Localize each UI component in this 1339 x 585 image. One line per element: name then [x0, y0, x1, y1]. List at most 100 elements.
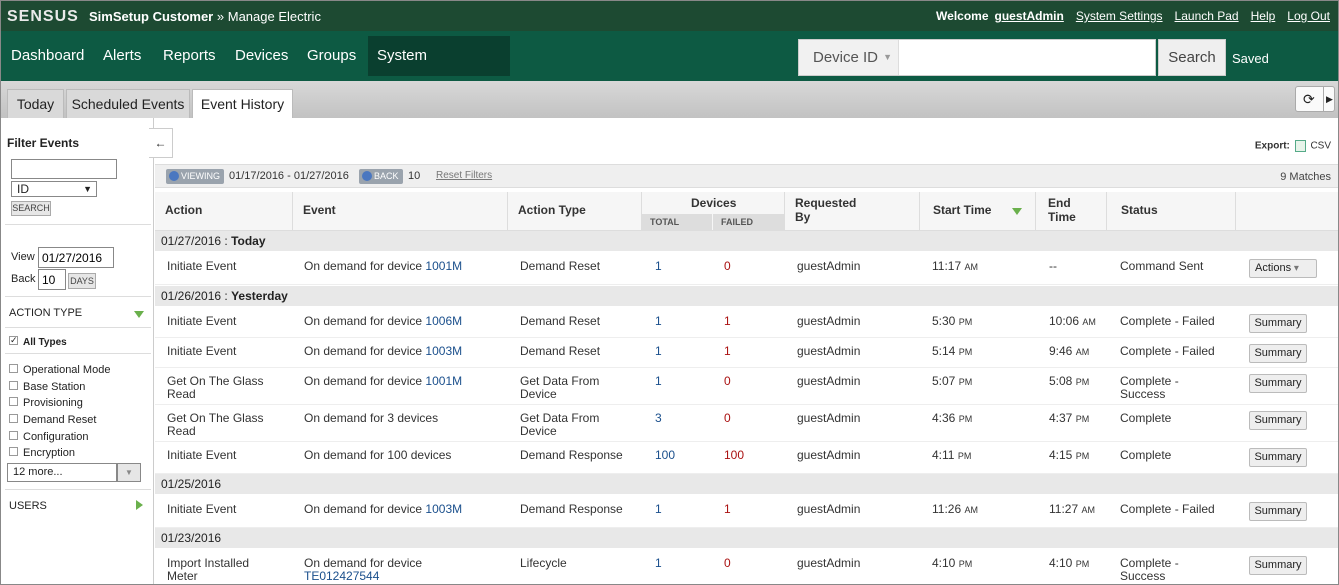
- button-label: Summary: [1254, 559, 1302, 571]
- devices-total-link[interactable]: 1: [655, 375, 662, 388]
- cell-action: Initiate Event: [167, 448, 237, 462]
- table-row[interactable]: Get On The Glass Read On demand for device…: [155, 368, 1338, 405]
- summary-button[interactable]: Summary: [1249, 344, 1307, 363]
- table-row[interactable]: Initiate Event On demand for device 1006M…: [155, 308, 1338, 338]
- col-status[interactable]: Status: [1106, 192, 1235, 231]
- device-link[interactable]: 1003M: [425, 502, 462, 516]
- devices-failed-link[interactable]: 1: [724, 345, 731, 358]
- chevron-down-icon[interactable]: ▼: [117, 463, 141, 482]
- devices-failed-link[interactable]: 100: [724, 449, 744, 462]
- col-requested-by[interactable]: Requested By: [784, 192, 919, 231]
- devices-total-link[interactable]: 100: [655, 449, 675, 462]
- username-link[interactable]: guestAdmin: [995, 9, 1064, 23]
- devices-failed-link[interactable]: 0: [724, 557, 731, 570]
- export-csv-link[interactable]: CSV: [1310, 141, 1331, 152]
- devices-failed-link[interactable]: 1: [724, 503, 731, 516]
- saved-menu[interactable]: Saved: [1232, 51, 1269, 66]
- nav-devices[interactable]: Devices: [235, 31, 288, 75]
- table-row[interactable]: Initiate Event On demand for device 1001M…: [155, 253, 1338, 285]
- table-row[interactable]: Get On The Glass Read On demand for 3 devi…: [155, 405, 1338, 442]
- start-time: 5:07: [932, 374, 956, 388]
- devices-failed-link[interactable]: 1: [724, 315, 731, 328]
- type-label: Operational Mode: [23, 364, 111, 376]
- device-link[interactable]: TE012427544: [304, 569, 379, 583]
- device-link[interactable]: 1001M: [425, 374, 462, 388]
- col-end-time[interactable]: End Time: [1035, 192, 1106, 231]
- system-settings-link[interactable]: System Settings: [1076, 9, 1163, 23]
- help-link[interactable]: Help: [1251, 9, 1276, 23]
- devices-total-link[interactable]: 1: [655, 315, 662, 328]
- device-search-input[interactable]: Device ID ▼: [798, 39, 1156, 76]
- tab-event-history[interactable]: Event History: [192, 89, 293, 118]
- table-row[interactable]: Import Installed Meter On demand for devic…: [155, 550, 1338, 584]
- reset-filters-link[interactable]: Reset Filters: [436, 170, 492, 181]
- nav-dashboard[interactable]: Dashboard: [11, 31, 84, 75]
- type-checkbox-demand-reset[interactable]: [9, 414, 18, 423]
- log-out-link[interactable]: Log Out: [1287, 9, 1330, 23]
- type-checkbox-provisioning[interactable]: [9, 397, 18, 406]
- summary-button[interactable]: Summary: [1249, 314, 1307, 333]
- table-row[interactable]: Initiate Event On demand for device 1003M…: [155, 496, 1338, 528]
- col-event[interactable]: Event: [292, 192, 507, 231]
- nav-system-intelligence[interactable]: System Intelligence: [368, 36, 510, 104]
- csv-file-icon[interactable]: [1294, 140, 1306, 152]
- summary-button[interactable]: Summary: [1249, 411, 1307, 430]
- type-checkbox-configuration[interactable]: [9, 431, 18, 440]
- devices-total-link[interactable]: 1: [655, 503, 662, 516]
- nav-groups[interactable]: Groups: [307, 31, 356, 75]
- filter-type-select[interactable]: ID ▼: [11, 181, 97, 197]
- device-link[interactable]: 1003M: [425, 344, 462, 358]
- days-button[interactable]: DAYS: [68, 273, 96, 289]
- summary-button[interactable]: Summary: [1249, 374, 1307, 393]
- type-checkbox-base-station[interactable]: [9, 381, 18, 390]
- expand-right-icon[interactable]: [136, 500, 143, 510]
- filter-search-button[interactable]: SEARCH: [11, 201, 51, 216]
- devices-total-link[interactable]: 1: [655, 345, 662, 358]
- devices-failed-link[interactable]: 0: [724, 375, 731, 388]
- col-action-type[interactable]: Action Type: [507, 192, 641, 231]
- col-start-time[interactable]: Start Time: [919, 192, 1035, 231]
- col-action[interactable]: Action: [155, 192, 292, 231]
- col-devices-total[interactable]: TOTAL: [642, 214, 712, 231]
- search-button[interactable]: Search: [1158, 39, 1226, 76]
- users-header[interactable]: USERS: [9, 500, 47, 512]
- type-checkbox-operational-mode[interactable]: [9, 364, 18, 373]
- breadcrumb-customer[interactable]: SimSetup Customer: [89, 9, 213, 24]
- table-row[interactable]: Initiate Event On demand for 100 devices D…: [155, 442, 1338, 474]
- actions-dropdown-button[interactable]: Actions ▾: [1249, 259, 1317, 278]
- more-types-select[interactable]: 12 more...: [7, 463, 117, 482]
- expand-down-icon[interactable]: [134, 311, 144, 318]
- nav-alerts[interactable]: Alerts: [103, 31, 141, 75]
- devices-total-link[interactable]: 3: [655, 412, 662, 425]
- tab-today[interactable]: Today: [7, 89, 64, 118]
- nav-reports[interactable]: Reports: [163, 31, 216, 75]
- devices-failed-link[interactable]: 0: [724, 412, 731, 425]
- type-label: Provisioning: [23, 397, 83, 409]
- col-start-time-label: Start Time: [933, 203, 992, 217]
- devices-failed-link[interactable]: 0: [724, 260, 731, 273]
- back-days-input[interactable]: [38, 269, 66, 290]
- summary-button[interactable]: Summary: [1249, 502, 1307, 521]
- end-time: 9:46: [1049, 344, 1073, 358]
- view-date-input[interactable]: [38, 247, 114, 268]
- viewing-pill[interactable]: VIEWING: [166, 169, 225, 184]
- col-devices-failed[interactable]: FAILED: [713, 214, 785, 231]
- refresh-button[interactable]: ⟳ ▶: [1295, 86, 1335, 112]
- type-checkbox-encryption[interactable]: [9, 447, 18, 456]
- action-type-header[interactable]: ACTION TYPE: [9, 307, 82, 319]
- launch-pad-link[interactable]: Launch Pad: [1175, 9, 1239, 23]
- table-row[interactable]: Initiate Event On demand for device 1003M…: [155, 338, 1338, 368]
- all-types-checkbox[interactable]: ✓: [9, 336, 18, 345]
- search-type-select[interactable]: Device ID ▼: [799, 40, 899, 75]
- summary-button[interactable]: Summary: [1249, 448, 1307, 467]
- back-pill[interactable]: BACK: [359, 169, 403, 184]
- chevron-right-icon[interactable]: ▶: [1323, 87, 1335, 111]
- summary-button[interactable]: Summary: [1249, 556, 1307, 575]
- devices-total-link[interactable]: 1: [655, 260, 662, 273]
- filter-search-input[interactable]: [11, 159, 117, 179]
- devices-total-link[interactable]: 1: [655, 557, 662, 570]
- device-link[interactable]: 1006M: [425, 314, 462, 328]
- group-date: 01/27/2016: [161, 234, 222, 248]
- device-link[interactable]: 1001M: [425, 259, 462, 273]
- tab-scheduled-events[interactable]: Scheduled Events: [66, 89, 190, 118]
